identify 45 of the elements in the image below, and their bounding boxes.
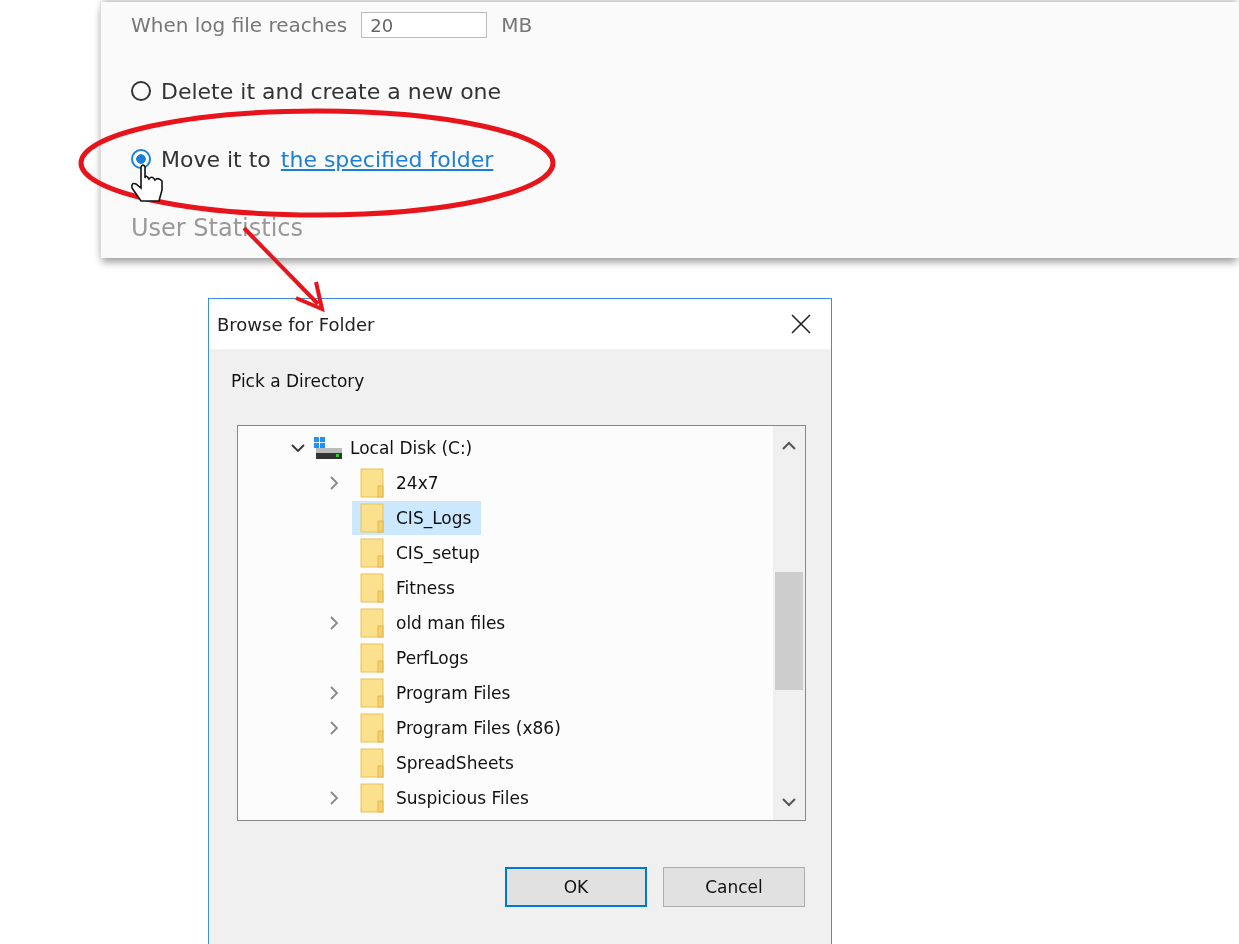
tree-item[interactable]: CIS_Logs [352,500,482,535]
unit-label: MB [501,13,533,37]
chevron-right-icon[interactable] [328,474,340,491]
tree-item[interactable]: PerfLogs [352,640,479,675]
tree-item[interactable]: Suspicious Files [352,780,539,815]
tree-item[interactable]: SpreadSheets [352,745,524,780]
scroll-down-icon[interactable] [781,796,797,808]
radio-button[interactable] [131,149,151,169]
folder-link[interactable]: the specified folder [280,146,494,172]
dialog-button[interactable]: OK [505,867,647,907]
folder-icon [360,747,384,778]
folder-icon [360,782,384,813]
chevron-right-icon[interactable] [328,719,340,736]
folder-icon [360,537,384,568]
drive-icon [314,436,342,459]
dialog-title: Browse for Folder [217,313,375,335]
chevron-right-icon[interactable] [328,789,340,806]
chevron-right-icon[interactable] [328,684,340,701]
option-label: Move it to [161,146,271,172]
folder-icon [360,642,384,673]
scrollbar[interactable] [773,426,805,820]
radio-button[interactable] [131,81,151,101]
option-label: Delete it and create a new one [161,78,502,104]
tree-item[interactable]: Fitness [352,570,465,605]
tree-item[interactable]: Program Files (x86) [352,710,571,745]
folder-icon [360,467,384,498]
tree-item[interactable]: old man files [352,605,516,640]
hand-cursor-icon [131,164,163,202]
folder-icon [360,677,384,708]
dialog-prompt: Pick a Directory [231,371,366,391]
chevron-right-icon[interactable] [328,614,340,631]
section-heading: User Statistics [131,214,305,242]
dialog-button[interactable]: Cancel [663,867,805,907]
log-size-label: When log file reaches [131,13,348,37]
folder-icon [360,572,384,603]
tree-item[interactable]: Local Disk (C:) [350,437,473,458]
folder-icon [360,712,384,743]
folder-icon [360,502,384,533]
tree-item[interactable]: 24x7 [352,465,449,500]
close-icon[interactable] [791,314,811,334]
tree-item[interactable]: CIS_setup [352,535,490,570]
folder-icon [360,607,384,638]
log-size-field[interactable]: 20 [361,12,488,38]
scroll-up-icon[interactable] [781,440,797,452]
tree-item[interactable]: Program Files [352,675,521,710]
